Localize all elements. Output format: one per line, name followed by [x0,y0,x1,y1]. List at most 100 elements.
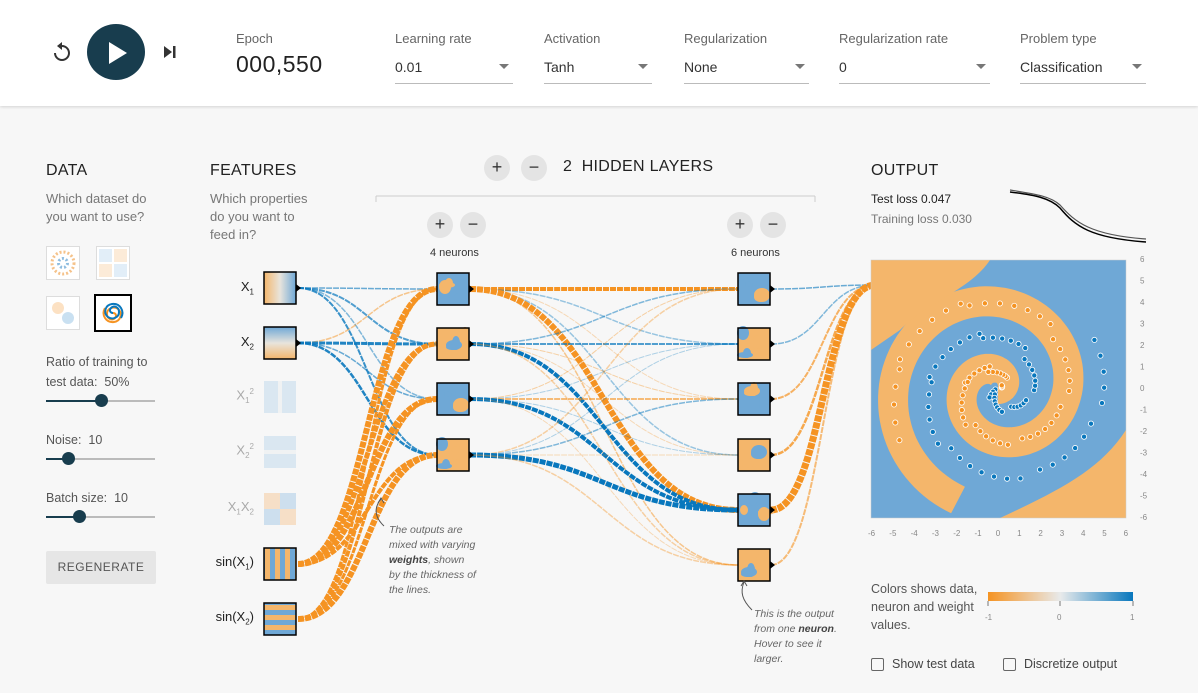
learning-rate-select[interactable]: 0.01 [395,59,513,84]
neuron-layer2-2[interactable] [737,326,775,361]
noise-value: 10 [88,433,103,447]
x-tick-label: 3 [1060,529,1065,538]
neuron-layer1-3[interactable] [436,382,474,416]
y-tick-label: -3 [1140,449,1148,458]
remove-layer-button[interactable]: − [521,155,547,181]
ratio-slider[interactable] [46,394,155,408]
output-plot [870,259,1127,519]
test-loss: Test loss 0.047 [871,192,952,206]
y-tick-label: 4 [1140,298,1145,307]
features-title: FEATURES [210,162,297,179]
remove-neuron-layer1-button[interactable]: − [460,212,486,238]
feature-x1-squared[interactable] [264,381,296,413]
regularization-rate-label: Regularization rate [839,31,949,46]
y-tick-label: -5 [1140,492,1148,501]
feature-sin-x1[interactable] [263,547,297,581]
dataset-spiral[interactable] [94,294,132,332]
batch-size-slider[interactable] [46,510,155,524]
neuron-layer2-1[interactable] [737,272,775,306]
neuron-layer1-4[interactable] [436,437,474,472]
activation-label: Activation [544,31,601,46]
neuron-layer2-3[interactable] [737,382,775,416]
ratio-label-2: test data: 50% [46,375,130,389]
remove-neuron-layer2-button[interactable]: − [760,212,786,238]
color-legend: -1 0 1 [985,592,1135,622]
play-icon [109,42,127,64]
hidden-layers-title: 2 HIDDEN LAYERS [563,158,714,175]
play-button[interactable] [87,24,145,80]
y-tick-label: 5 [1140,277,1145,286]
feature-label-sin-x2: sin(X2) [215,609,254,627]
noise-label: Noise: 10 [46,433,103,447]
neuron-layer1-1[interactable] [436,272,474,306]
dataset-circle[interactable] [46,246,80,280]
chevron-down-icon [976,64,986,69]
ratio-slider-knob[interactable] [94,394,108,407]
regularization-rate-select[interactable]: 0 [839,59,990,84]
learning-rate-label: Learning rate [395,31,472,46]
neuron-layer1-2[interactable] [436,327,474,361]
add-neuron-layer2-button[interactable]: + [727,212,753,238]
x-tick-label: -6 [868,529,876,538]
top-control-bar: Epoch 000,550 Learning rate 0.01 Activat… [0,0,1198,106]
dataset-gaussian[interactable] [46,296,80,330]
regularization-control: Regularization None [684,31,809,84]
x-tick-label: 2 [1038,529,1043,538]
ratio-label: Ratio of training to [46,355,148,369]
x-tick-label: 4 [1081,529,1086,538]
feature-label-x1: X1 [240,279,254,297]
noise-slider-knob[interactable] [61,452,75,465]
output-title: OUTPUT [871,162,939,179]
step-icon[interactable] [161,43,179,61]
activation-control: Activation Tanh [544,31,652,84]
feature-x1x2[interactable] [264,493,296,525]
feature-x2-squared[interactable] [264,436,296,468]
layer2-neuron-count: 6 neurons [731,247,780,259]
problem-type-select[interactable]: Classification [1020,59,1146,84]
batch-size-slider-knob[interactable] [72,510,86,523]
regularization-label: Regularization [684,31,768,46]
neuron-layer2-6[interactable] [737,548,775,582]
show-test-data-checkbox[interactable]: Show test data [871,657,975,671]
x-tick-label: -5 [889,529,897,538]
feature-label-x1-squared: X12 [236,387,254,405]
y-tick-label: 6 [1140,255,1145,264]
feature-x1[interactable] [263,271,297,305]
chevron-down-icon [795,64,805,69]
x-tick-label: 6 [1124,529,1129,538]
loss-chart [1009,189,1147,243]
batch-size-value: 10 [114,491,128,505]
y-tick-label: 3 [1140,320,1145,329]
add-neuron-layer1-button[interactable]: + [427,212,453,238]
epoch-label: Epoch [236,31,273,46]
learning-rate-control: Learning rate 0.01 [395,31,513,84]
neuron-layer2-5[interactable] [737,492,775,527]
x-tick-label: 1 [1017,529,1022,538]
chevron-down-icon [499,64,509,69]
feature-label-sin-x1: sin(X1) [215,554,254,572]
regenerate-button[interactable]: REGENERATE [46,551,156,584]
regularization-rate-control: Regularization rate 0 [839,31,990,84]
ratio-value: 50% [104,375,130,389]
feature-x2[interactable] [263,326,297,360]
regularization-select[interactable]: None [684,59,809,84]
discretize-output-checkbox[interactable]: Discretize output [1003,657,1117,671]
color-legend-text: Colors shows data, neuron and weight val… [871,582,978,632]
noise-slider[interactable] [46,452,155,466]
dataset-xor[interactable] [96,246,130,280]
neuron-layer2-4[interactable] [737,438,775,472]
feature-sin-x2[interactable] [263,602,297,636]
batch-size-label: Batch size: 10 [46,491,128,505]
chevron-down-icon [1132,64,1142,69]
y-tick-label: 1 [1140,363,1145,372]
feature-label-x1x2: X1X2 [227,499,254,517]
legend-mid: 0 [1057,613,1062,622]
training-loss: Training loss 0.030 [871,212,972,226]
add-layer-button[interactable]: + [484,155,510,181]
y-tick-label: 2 [1140,341,1145,350]
x-tick-label: -2 [953,529,961,538]
activation-select[interactable]: Tanh [544,59,652,84]
x-tick-label: 5 [1102,529,1107,538]
reset-icon[interactable] [50,40,74,64]
x-tick-label: -1 [975,529,983,538]
